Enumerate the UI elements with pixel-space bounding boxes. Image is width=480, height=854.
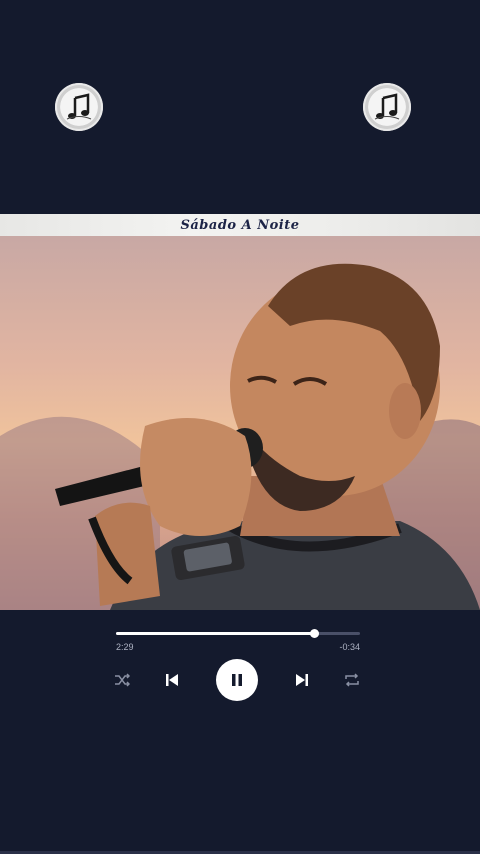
progress-bar[interactable] bbox=[116, 629, 360, 638]
next-track-icon[interactable] bbox=[291, 669, 313, 691]
pause-button[interactable] bbox=[216, 659, 258, 701]
song-title-bar: Sábado A Noite bbox=[0, 214, 480, 236]
player-controls: 2:29 -0:34 bbox=[0, 610, 480, 854]
video-frame[interactable] bbox=[0, 236, 480, 610]
previous-track-icon[interactable] bbox=[161, 669, 183, 691]
progress-thumb[interactable] bbox=[309, 629, 319, 638]
remaining-time: -0:34 bbox=[339, 642, 360, 652]
singer-image bbox=[0, 263, 480, 610]
elapsed-time: 2:29 bbox=[116, 642, 134, 652]
pause-icon bbox=[232, 674, 242, 686]
progress-fill bbox=[116, 632, 314, 635]
shuffle-icon[interactable] bbox=[112, 670, 132, 690]
music-note-icon bbox=[363, 83, 411, 131]
top-banner bbox=[0, 0, 480, 214]
music-note-icon bbox=[55, 83, 103, 131]
repeat-icon[interactable] bbox=[342, 670, 362, 690]
song-title: Sábado A Noite bbox=[180, 217, 300, 233]
